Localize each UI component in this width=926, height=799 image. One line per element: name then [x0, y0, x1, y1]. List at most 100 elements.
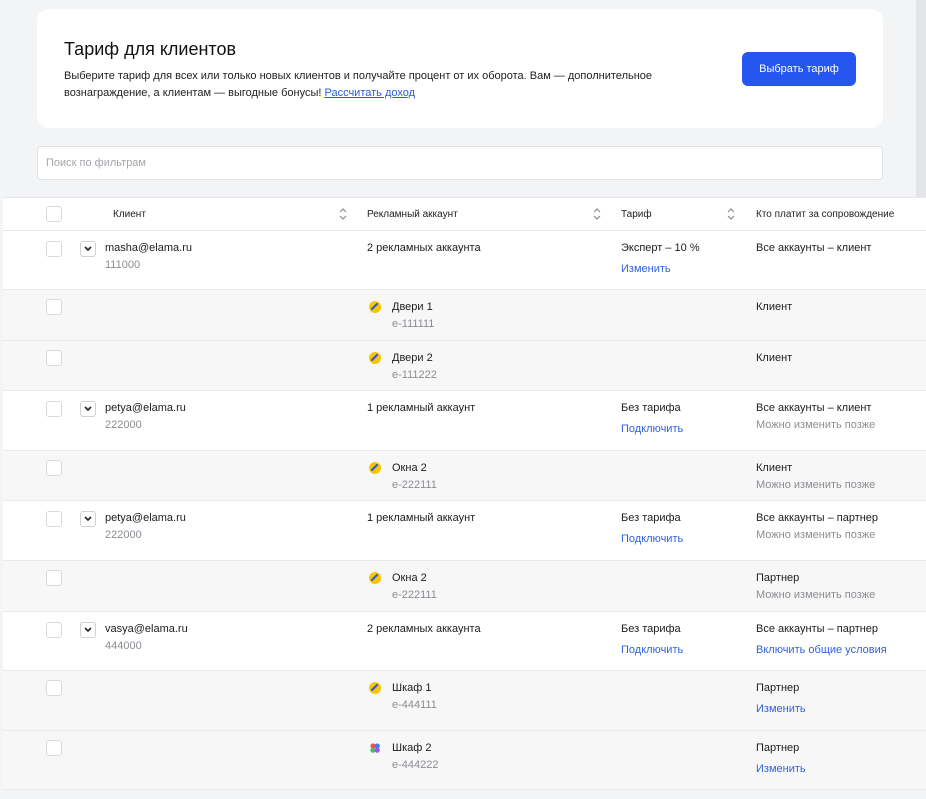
row-checkbox[interactable]	[46, 241, 62, 257]
table-row: petya@elama.ru 222000 1 рекламный аккаун…	[3, 501, 926, 561]
account-id: e-111111	[392, 318, 435, 330]
promo-desc-line2: вознаграждение, а клиентам — выгодные бо…	[64, 87, 325, 99]
header-payer: Кто платит за сопровождение	[756, 209, 895, 220]
promo-description: Выберите тариф для всех или только новых…	[64, 68, 684, 102]
account-name[interactable]: Окна 2	[392, 571, 427, 585]
expand-row-toggle[interactable]	[80, 241, 96, 257]
client-email[interactable]: vasya@elama.ru	[105, 622, 188, 636]
sort-tariff-icon[interactable]	[727, 207, 735, 221]
expand-row-toggle[interactable]	[80, 622, 96, 638]
promo-desc-line1: Выберите тариф для всех или только новых…	[64, 70, 653, 82]
table-header: Клиент Рекламный аккаунт Тариф Кто плати…	[3, 198, 926, 231]
payer-value: Все аккаунты – партнер	[756, 512, 879, 524]
table-row: Двери 2 e-111222 Клиент	[3, 341, 926, 391]
table-row: masha@elama.ru 111000 2 рекламных аккаун…	[3, 231, 926, 290]
tariff-promo-card: Тариф для клиентов Выберите тариф для вс…	[37, 9, 883, 128]
connect-tariff-link[interactable]: Подключить	[621, 532, 683, 546]
table-row: Двери 1 e-111111 Клиент	[3, 290, 926, 341]
filter-search-input[interactable]	[37, 146, 883, 180]
row-checkbox[interactable]	[46, 401, 62, 417]
chevron-down-icon	[84, 516, 92, 522]
yandex-direct-icon	[369, 682, 381, 694]
account-id: e-222111	[392, 589, 437, 601]
accounts-count: 1 рекламный аккаунт	[367, 402, 476, 414]
payer-value: Партнер	[756, 572, 800, 584]
accounts-count: 2 рекламных аккаунта	[367, 623, 481, 635]
row-checkbox[interactable]	[46, 299, 62, 315]
payer-value: Все аккаунты – клиент	[756, 402, 872, 414]
tariff-value: Без тарифа	[621, 623, 681, 635]
account-id: e-222111	[392, 479, 437, 491]
change-payer-link[interactable]: Изменить	[756, 762, 806, 776]
tariff-value: Без тарифа	[621, 512, 681, 524]
accounts-count: 1 рекламный аккаунт	[367, 512, 476, 524]
yandex-direct-icon	[369, 572, 381, 584]
account-name[interactable]: Шкаф 2	[392, 741, 431, 755]
tariff-value: Эксперт – 10 %	[621, 242, 700, 254]
payer-value: Клиент	[756, 301, 793, 313]
header-tariff[interactable]: Тариф	[621, 209, 652, 220]
account-name[interactable]: Окна 2	[392, 461, 427, 475]
header-client[interactable]: Клиент	[113, 209, 146, 220]
payer-note: Можно изменить позже	[756, 419, 876, 431]
client-email[interactable]: petya@elama.ru	[105, 511, 186, 525]
sort-account-icon[interactable]	[593, 207, 601, 221]
row-checkbox[interactable]	[46, 350, 62, 366]
chevron-down-icon	[84, 627, 92, 633]
payer-value: Партнер	[756, 682, 800, 694]
change-payer-link[interactable]: Изменить	[756, 702, 806, 716]
row-checkbox[interactable]	[46, 570, 62, 586]
account-id: e-111222	[392, 369, 437, 381]
account-name[interactable]: Двери 1	[392, 300, 433, 314]
promo-title: Тариф для клиентов	[64, 39, 237, 59]
client-id: 222000	[105, 529, 142, 541]
change-tariff-link[interactable]: Изменить	[621, 262, 671, 276]
account-name[interactable]: Шкаф 1	[392, 681, 431, 695]
client-email[interactable]: petya@elama.ru	[105, 401, 186, 415]
clients-table: Клиент Рекламный аккаунт Тариф Кто плати…	[3, 197, 926, 790]
client-id: 222000	[105, 419, 142, 431]
connect-tariff-link[interactable]: Подключить	[621, 643, 683, 657]
table-row: Окна 2 e-222111 Партнер Можно изменить п…	[3, 561, 926, 612]
select-all-checkbox[interactable]	[46, 206, 62, 222]
chevron-down-icon	[84, 246, 92, 252]
table-row: Шкаф 1 e-444111 Партнер Изменить	[3, 671, 926, 731]
payer-note: Можно изменить позже	[756, 479, 876, 491]
client-id: 444000	[105, 640, 142, 652]
page-scrollbar[interactable]	[916, 0, 926, 197]
yandex-direct-icon	[369, 352, 381, 364]
tariff-value: Без тарифа	[621, 402, 681, 414]
expand-row-toggle[interactable]	[80, 511, 96, 527]
payer-value: Все аккаунты – партнер	[756, 623, 879, 635]
row-checkbox[interactable]	[46, 622, 62, 638]
connect-tariff-link[interactable]: Подключить	[621, 422, 683, 436]
account-id: e-444111	[392, 699, 437, 711]
table-row: vasya@elama.ru 444000 2 рекламных аккаун…	[3, 612, 926, 671]
sort-client-icon[interactable]	[339, 207, 347, 221]
row-checkbox[interactable]	[46, 460, 62, 476]
table-row: Окна 2 e-222111 Клиент Можно изменить по…	[3, 451, 926, 501]
row-checkbox[interactable]	[46, 680, 62, 696]
choose-tariff-button[interactable]: Выбрать тариф	[742, 52, 856, 86]
client-email[interactable]: masha@elama.ru	[105, 241, 192, 255]
payer-value: Клиент	[756, 352, 793, 364]
expand-row-toggle[interactable]	[80, 401, 96, 417]
payer-value: Все аккаунты – клиент	[756, 242, 872, 254]
accounts-count: 2 рекламных аккаунта	[367, 242, 481, 254]
row-checkbox[interactable]	[46, 740, 62, 756]
yandex-direct-icon	[369, 462, 381, 474]
enable-common-terms-link[interactable]: Включить общие условия	[756, 643, 887, 657]
calculate-income-link[interactable]: Рассчитать доход	[324, 87, 415, 99]
header-account[interactable]: Рекламный аккаунт	[367, 209, 458, 220]
chevron-down-icon	[84, 406, 92, 412]
table-row: petya@elama.ru 222000 1 рекламный аккаун…	[3, 391, 926, 451]
client-id: 111000	[105, 259, 141, 271]
vk-ads-icon	[369, 742, 381, 754]
row-checkbox[interactable]	[46, 511, 62, 527]
payer-value: Партнер	[756, 742, 800, 754]
payer-value: Клиент	[756, 462, 793, 474]
payer-note: Можно изменить позже	[756, 529, 876, 541]
payer-note: Можно изменить позже	[756, 589, 876, 601]
table-row: Шкаф 2 e-444222 Партнер Изменить	[3, 731, 926, 790]
account-name[interactable]: Двери 2	[392, 351, 433, 365]
